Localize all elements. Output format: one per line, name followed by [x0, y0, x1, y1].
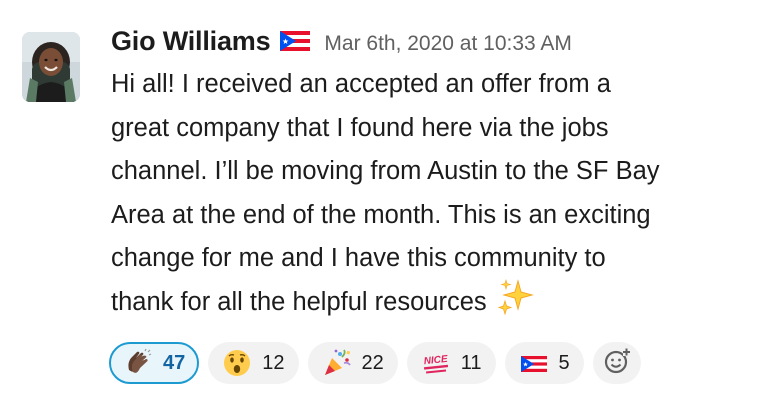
party-popper-icon [322, 348, 352, 378]
message-timestamp[interactable]: Mar 6th, 2020 at 10:33 AM [324, 32, 572, 56]
avatar[interactable] [22, 32, 80, 102]
message-body: Hi all! I received an accepted an offer … [111, 63, 761, 324]
reactions-bar: 47 12 22 NICE 11 5 [109, 342, 641, 384]
reaction-count: 12 [262, 351, 285, 374]
message: Gio Williams Mar 6th, 2020 at 10:33 AM H… [0, 0, 774, 408]
message-line-last: thank for all the helpful resources [111, 278, 761, 325]
message-content: Gio Williams Mar 6th, 2020 at 10:33 AM H… [111, 26, 761, 324]
reaction-count: 11 [460, 351, 482, 374]
message-line: Area at the end of the month. This is an… [111, 200, 651, 229]
reaction-count: 22 [361, 351, 384, 374]
clap-icon [123, 348, 153, 378]
message-line: Hi all! I received an accepted an offer … [111, 70, 611, 98]
reaction-party-popper[interactable]: 22 [307, 342, 398, 384]
add-reaction-button[interactable] [592, 342, 641, 384]
reaction-clap[interactable]: 47 [109, 342, 200, 384]
reaction-hushed-face[interactable]: 12 [208, 342, 299, 384]
hushed-face-icon [222, 348, 252, 378]
puerto-rico-flag-icon [519, 348, 549, 378]
reaction-nice[interactable]: NICE 11 [406, 342, 496, 384]
nice-icon: NICE [421, 348, 451, 378]
reaction-puerto-rico-flag[interactable]: 5 [504, 342, 584, 384]
reaction-count: 47 [163, 351, 186, 374]
message-line: great company that I found here via the … [111, 113, 609, 142]
puerto-rico-flag-icon[interactable] [280, 31, 311, 51]
message-line: channel. I’ll be moving from Austin to t… [111, 157, 660, 185]
sparkles-icon [496, 277, 536, 317]
author-name[interactable]: Gio Williams [111, 26, 271, 57]
add-emoji-icon [603, 347, 631, 380]
message-line: change for me and I have this community … [111, 244, 606, 272]
avatar-image [22, 32, 80, 102]
reaction-count: 5 [558, 351, 570, 374]
message-header: Gio Williams Mar 6th, 2020 at 10:33 AM [111, 26, 761, 66]
message-line-text: thank for all the helpful resources [111, 287, 487, 316]
